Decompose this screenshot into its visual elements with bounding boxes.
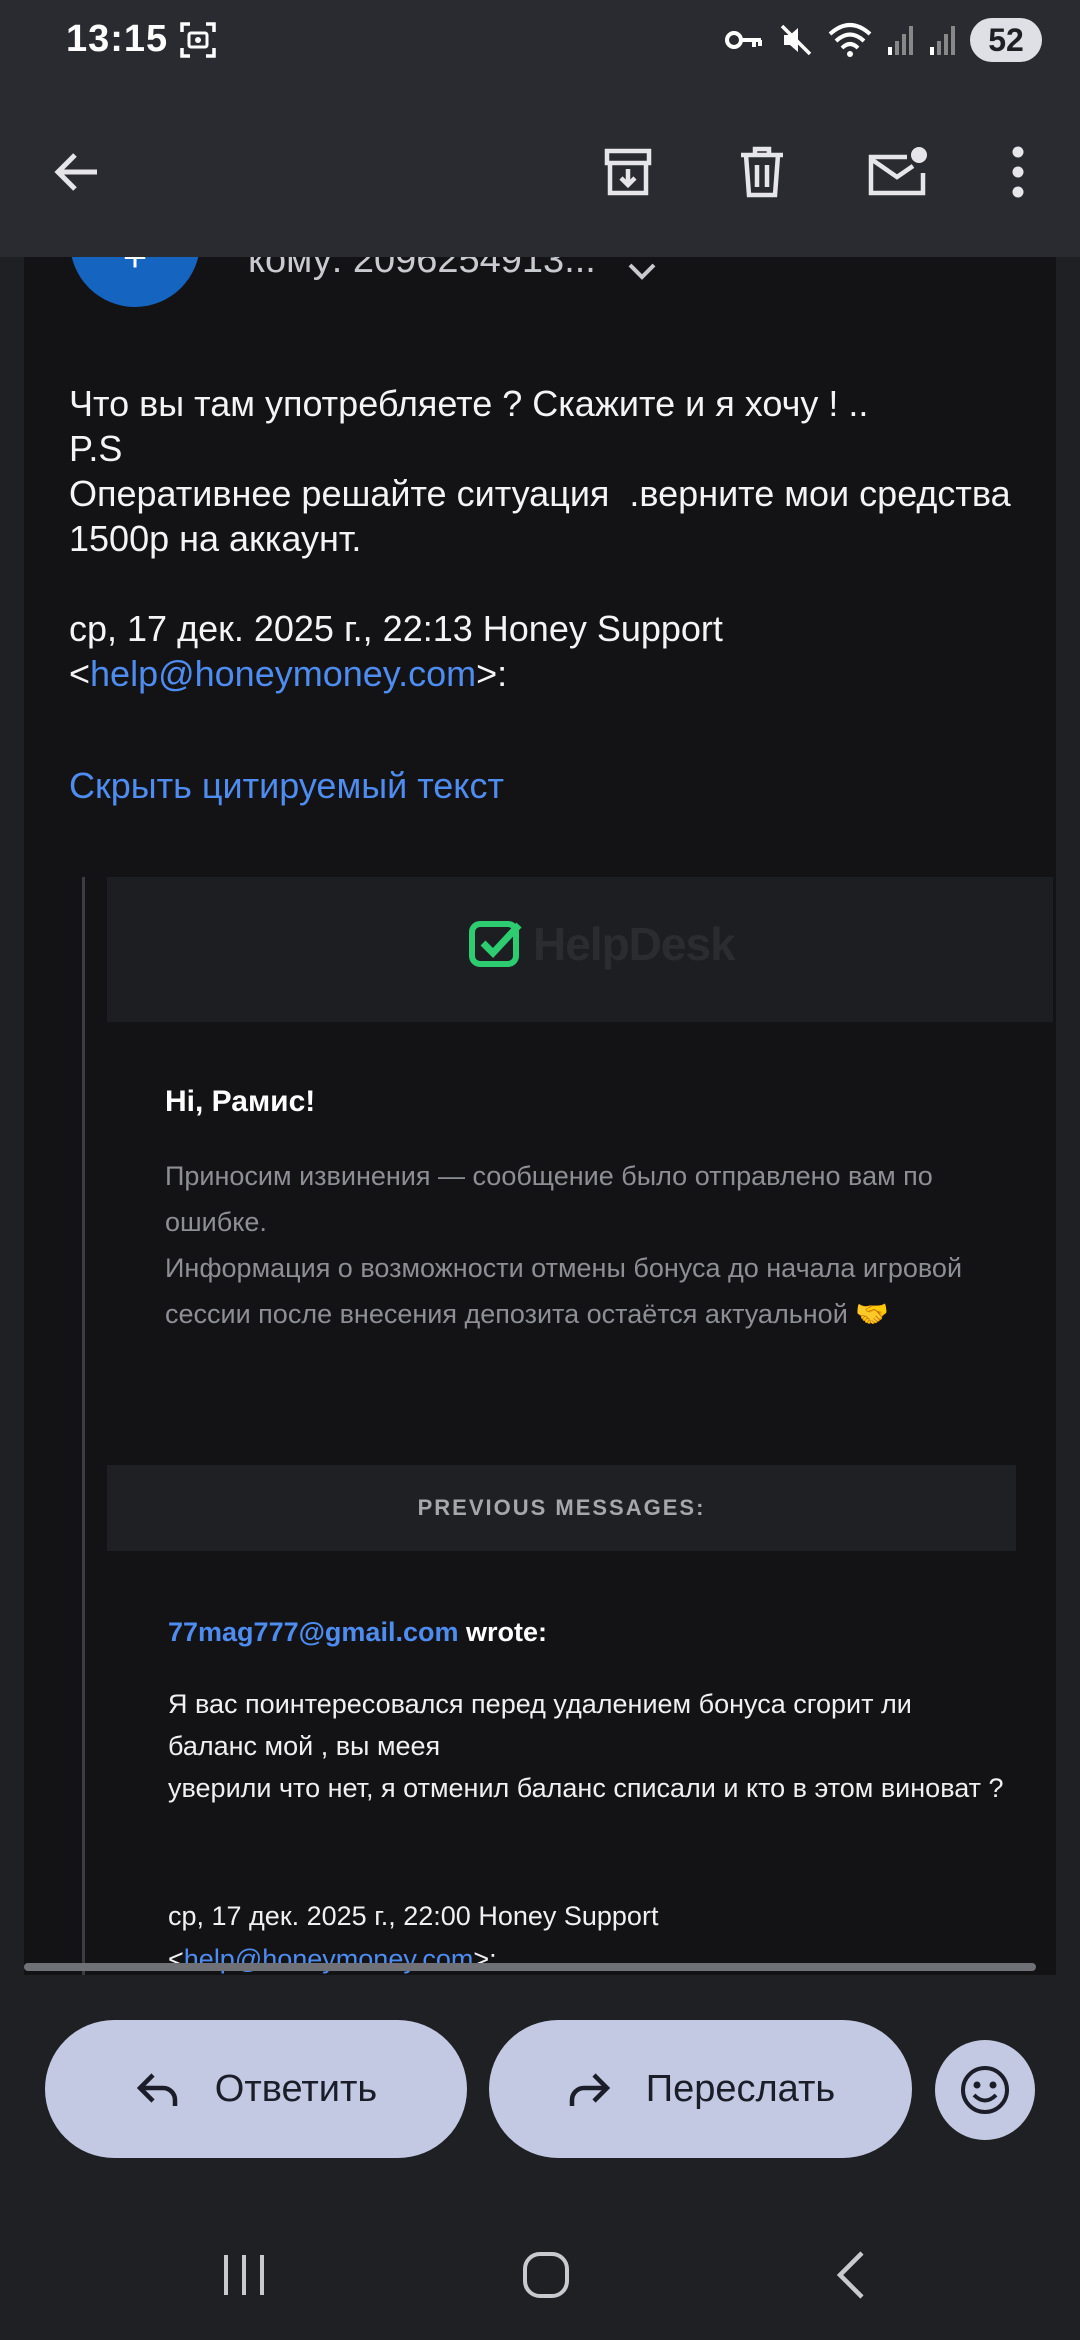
home-button[interactable]	[506, 2240, 586, 2310]
battery-level: 52	[970, 18, 1042, 62]
arrow-left-icon	[54, 153, 97, 191]
email-toolbar	[0, 82, 1080, 257]
forward-icon	[569, 2073, 610, 2106]
status-bar: 13:15 52	[0, 0, 1080, 82]
helpdesk-greeting: Hi, Рамис!	[165, 1085, 316, 1118]
helpdesk-message: Приносим извинения — сообщение было отпр…	[165, 1153, 1005, 1337]
avatar[interactable]: +	[70, 257, 200, 307]
previous-paragraph: уверили что нет, я отменил баланс списал…	[168, 1773, 1004, 1803]
status-icons: 52	[724, 16, 1042, 64]
wifi-icon	[828, 23, 872, 57]
signal-icon	[888, 26, 913, 55]
back-nav-button[interactable]	[810, 2240, 890, 2310]
check-badge-icon	[469, 921, 522, 967]
forward-label: Переслать	[645, 2067, 836, 2110]
recents-icon	[224, 2255, 264, 2295]
previous-date: ср, 17 дек. 2025 г., 22:00 Honey Support	[168, 1901, 659, 1931]
reply-icon	[136, 2073, 178, 2106]
helpdesk-paragraph: Информация о возможности отмены бонуса д…	[165, 1253, 963, 1329]
screenshot-icon	[178, 20, 218, 60]
delete-button[interactable]	[722, 132, 802, 212]
quote-divider	[82, 877, 85, 1975]
helpdesk-header: HelpDesk	[107, 877, 1053, 1022]
mark-unread-button[interactable]	[858, 132, 938, 212]
wrote-label: wrote:	[458, 1617, 547, 1647]
hide-quoted-text-link[interactable]: Скрыть цитируемый текст	[69, 765, 504, 807]
helpdesk-paragraph: Приносим извинения — сообщение было отпр…	[165, 1161, 933, 1237]
more-vert-icon	[1012, 146, 1024, 198]
sender-email-link[interactable]: 77mag777@gmail.com	[168, 1617, 458, 1647]
more-button[interactable]	[978, 132, 1058, 212]
helpdesk-logo: HelpDesk	[469, 917, 736, 971]
helpdesk-logo-text: HelpDesk	[533, 918, 736, 970]
recents-button[interactable]	[204, 2240, 284, 2310]
reply-button[interactable]: Ответить	[45, 2020, 467, 2158]
body-line: Оперативнее решайте ситуация .верните мо…	[69, 473, 1021, 559]
previous-paragraph: Я вас поинтересовался перед удалением бо…	[168, 1689, 912, 1761]
reply-label: Ответить	[214, 2067, 378, 2110]
body-line: Что вы там употребляете ? Скажите и я хо…	[69, 383, 869, 424]
delete-icon	[741, 146, 783, 198]
mute-icon	[780, 24, 812, 56]
quote-header-bracket: >:	[476, 653, 508, 694]
status-time: 13:15	[66, 18, 169, 60]
smiley-icon	[961, 2066, 1009, 2114]
previous-sender-line: 77mag777@gmail.com wrote:	[168, 1617, 547, 1648]
quote-header-bracket: <	[69, 653, 91, 694]
previous-message-body: Я вас поинтересовался перед удалением бо…	[168, 1683, 1008, 1809]
recipient-line[interactable]: кому: 2096254913...	[248, 257, 596, 282]
system-navigation-bar	[0, 2210, 1080, 2340]
archive-button[interactable]	[588, 132, 668, 212]
back-icon	[836, 2251, 864, 2299]
key-icon	[725, 31, 762, 49]
archive-icon	[604, 148, 652, 196]
previous-messages-header: PREVIOUS MESSAGES:	[107, 1465, 1016, 1551]
mark-unread-icon	[868, 147, 927, 196]
horizontal-scrollbar[interactable]	[24, 1963, 1036, 1971]
quote-header: ср, 17 дек. 2025 г., 22:13 Honey Support	[69, 608, 723, 649]
email-body: Что вы там употребляете ? Скажите и я хо…	[69, 381, 1029, 696]
forward-button[interactable]: Переслать	[489, 2020, 912, 2158]
support-email-link[interactable]: help@honeymoney.com	[90, 653, 476, 694]
body-line: P.S	[69, 428, 123, 469]
signal-icon	[930, 26, 955, 55]
chevron-down-icon[interactable]	[624, 259, 660, 288]
home-icon	[523, 2252, 569, 2298]
back-button[interactable]	[37, 132, 117, 212]
email-content[interactable]: + кому: 2096254913... Что вы там употреб…	[24, 257, 1056, 1975]
emoji-reaction-button[interactable]	[935, 2040, 1035, 2140]
